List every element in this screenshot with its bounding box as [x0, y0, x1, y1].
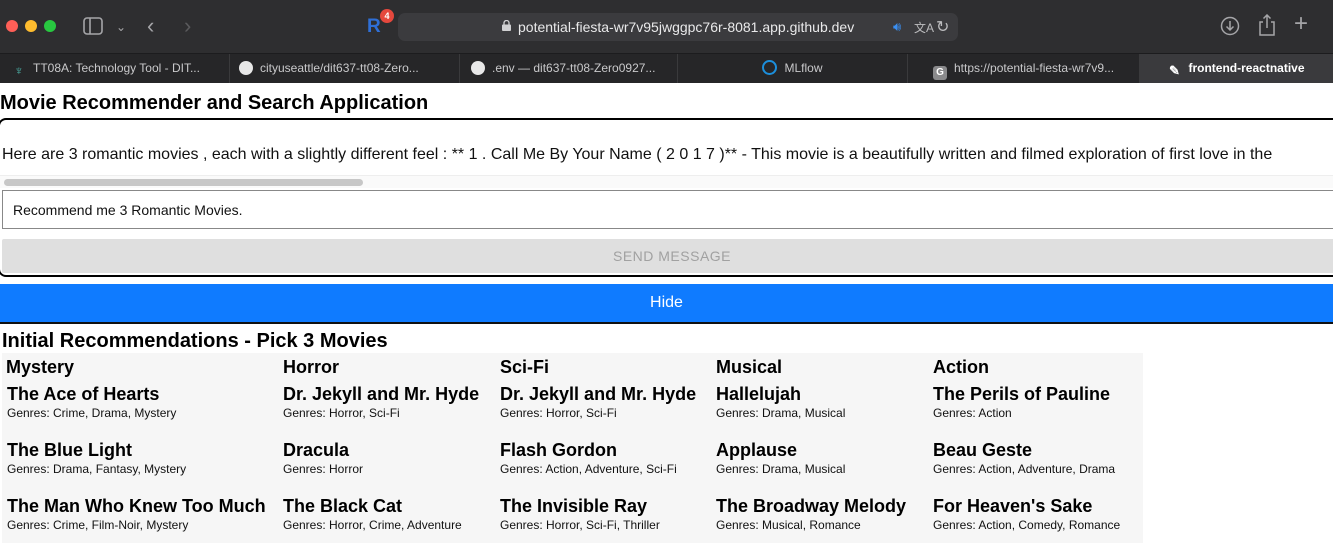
- movie-card[interactable]: Dr. Jekyll and Mr. Hyde Genres: Horror, S…: [283, 383, 503, 421]
- sidebar-icon[interactable]: [83, 17, 103, 35]
- bot-icon: ♆: [14, 63, 24, 78]
- movie-genres: Genres: Drama, Musical: [716, 462, 846, 476]
- message-input[interactable]: [2, 190, 1333, 229]
- chat-response: Here are 3 romantic movies , each with a…: [2, 146, 1273, 163]
- chevron-down-icon[interactable]: ⌄: [116, 17, 126, 37]
- movie-genres: Genres: Crime, Film-Noir, Mystery: [7, 518, 189, 532]
- genre-heading: Horror: [283, 357, 340, 377]
- movie-card[interactable]: Dr. Jekyll and Mr. Hyde Genres: Horror, S…: [500, 383, 720, 421]
- tab-tt08a[interactable]: ♆ TT08A: Technology Tool - DIT...: [0, 54, 230, 83]
- movie-genres: Genres: Action, Adventure, Sci-Fi: [500, 462, 677, 476]
- movie-card[interactable]: The Blue Light Genres: Drama, Fantasy, My…: [7, 439, 227, 477]
- movie-title: For Heaven's Sake: [933, 496, 1093, 516]
- tab-label: .env — dit637-tt08-Zero0927...: [492, 61, 656, 75]
- movie-genres: Genres: Drama, Fantasy, Mystery: [7, 462, 187, 476]
- minimize-window-button[interactable]: [25, 20, 37, 32]
- tab-strip: ♆ TT08A: Technology Tool - DIT... cityuse…: [0, 53, 1333, 83]
- address-bar[interactable]: potential-fiesta-wr7v95jwggpc76r-8081.ap…: [398, 13, 958, 41]
- send-message-button[interactable]: SEND MESSAGE: [2, 239, 1333, 273]
- mlflow-icon: [762, 60, 778, 75]
- extension-badge: 4: [380, 9, 394, 23]
- movie-title: Flash Gordon: [500, 440, 617, 460]
- movie-title: Hallelujah: [716, 384, 802, 404]
- tab-label: MLflow: [784, 61, 823, 75]
- tab-label: frontend-reactnative: [1188, 61, 1305, 75]
- movie-card[interactable]: Dracula Genres: Horror: [283, 439, 503, 477]
- movie-title: Dr. Jekyll and Mr. Hyde: [283, 384, 480, 404]
- movie-genres: Genres: Action: [933, 406, 1012, 420]
- forward-arrow-icon[interactable]: ›: [184, 15, 191, 37]
- genre-heading: Musical: [716, 357, 783, 377]
- movie-title: Dracula: [283, 440, 350, 460]
- movie-card[interactable]: The Invisible Ray Genres: Horror, Sci-Fi,…: [500, 495, 720, 533]
- movie-title: Beau Geste: [933, 440, 1033, 460]
- tab-label: https://potential-fiesta-wr7v9...: [954, 61, 1115, 75]
- tab-label: TT08A: Technology Tool - DIT...: [33, 61, 200, 75]
- page-title: Movie Recommender and Search Application: [0, 92, 429, 114]
- movie-card[interactable]: Applause Genres: Drama, Musical: [716, 439, 936, 477]
- movie-card[interactable]: The Broadway Melody Genres: Musical, Roma…: [716, 495, 936, 533]
- hide-button[interactable]: Hide: [0, 284, 1333, 322]
- movie-card[interactable]: The Ace of Hearts Genres: Crime, Drama, M…: [7, 383, 227, 421]
- divider: [0, 322, 1333, 324]
- react-icon: ✎: [1169, 63, 1180, 78]
- movie-title: The Broadway Melody: [716, 496, 907, 516]
- speaker-icon[interactable]: 🔊︎: [893, 19, 901, 35]
- movie-genres: Genres: Action, Adventure, Drama: [933, 462, 1116, 476]
- url-text: potential-fiesta-wr7v95jwggpc76r-8081.ap…: [518, 19, 855, 35]
- movie-card[interactable]: The Perils of Pauline Genres: Action: [933, 383, 1153, 421]
- new-tab-plus-icon[interactable]: +: [1294, 12, 1308, 36]
- browser-toolbar: ⌄ ‹ › R 4 potential-fiesta-wr7v95jwggpc7…: [0, 0, 1333, 53]
- genre-heading: Mystery: [6, 357, 75, 377]
- g-icon: G: [933, 66, 947, 80]
- movie-genres: Genres: Musical, Romance: [716, 518, 861, 532]
- movie-card[interactable]: Beau Geste Genres: Action, Adventure, Dra…: [933, 439, 1153, 477]
- movie-card[interactable]: The Black Cat Genres: Horror, Crime, Adve…: [283, 495, 503, 533]
- share-icon[interactable]: [1258, 14, 1276, 36]
- github-icon: [239, 61, 253, 75]
- tab-github-repo[interactable]: cityuseattle/dit637-tt08-Zero...: [230, 54, 460, 83]
- translate-icon[interactable]: 文A: [914, 19, 934, 36]
- reload-icon[interactable]: ↻: [936, 17, 949, 37]
- genre-heading: Action: [933, 357, 989, 377]
- tab-mlflow[interactable]: MLflow: [678, 54, 908, 83]
- movie-genres: Genres: Horror: [283, 462, 364, 476]
- tab-env-file[interactable]: .env — dit637-tt08-Zero0927...: [460, 54, 678, 83]
- recommendations-grid: Mystery The Ace of Hearts Genres: Crime, …: [2, 353, 1143, 543]
- movie-title: The Perils of Pauline: [933, 384, 1111, 404]
- movie-genres: Genres: Horror, Sci-Fi: [283, 406, 400, 420]
- movie-title: Applause: [716, 440, 798, 460]
- movie-genres: Genres: Drama, Musical: [716, 406, 846, 420]
- movie-genres: Genres: Horror, Sci-Fi, Thriller: [500, 518, 660, 532]
- movie-genres: Genres: Horror, Sci-Fi: [500, 406, 617, 420]
- github-icon: [471, 61, 485, 75]
- movie-genres: Genres: Horror, Crime, Adventure: [283, 518, 462, 532]
- tab-frontend-reactnative[interactable]: ✎ frontend-reactnative: [1140, 54, 1333, 83]
- back-arrow-icon[interactable]: ‹: [147, 15, 154, 37]
- lock-icon: [502, 20, 511, 31]
- movie-title: The Ace of Hearts: [7, 384, 160, 404]
- movie-card[interactable]: Flash Gordon Genres: Action, Adventure, S…: [500, 439, 720, 477]
- movie-card[interactable]: The Man Who Knew Too Much Genres: Crime, …: [7, 495, 266, 533]
- movie-title: The Man Who Knew Too Much: [7, 496, 266, 516]
- movie-title: Dr. Jekyll and Mr. Hyde: [500, 384, 697, 404]
- zoom-window-button[interactable]: [44, 20, 56, 32]
- movie-title: The Blue Light: [7, 440, 132, 460]
- downloads-icon[interactable]: [1220, 16, 1240, 36]
- movie-card[interactable]: For Heaven's Sake Genres: Action, Comedy,…: [933, 495, 1153, 533]
- movie-title: The Black Cat: [283, 496, 403, 516]
- tab-label: cityuseattle/dit637-tt08-Zero...: [260, 61, 419, 75]
- movie-genres: Genres: Action, Comedy, Romance: [933, 518, 1121, 532]
- movie-card[interactable]: Hallelujah Genres: Drama, Musical: [716, 383, 936, 421]
- scrollbar-thumb[interactable]: [4, 179, 363, 186]
- close-window-button[interactable]: [6, 20, 18, 32]
- recommendations-title: Initial Recommendations - Pick 3 Movies: [2, 330, 388, 352]
- tab-potential-fiesta[interactable]: Ghttps://potential-fiesta-wr7v9...: [908, 54, 1140, 83]
- movie-genres: Genres: Crime, Drama, Mystery: [7, 406, 177, 420]
- movie-title: The Invisible Ray: [500, 496, 648, 516]
- horizontal-scrollbar[interactable]: [0, 175, 1333, 188]
- genre-heading: Sci-Fi: [500, 357, 550, 377]
